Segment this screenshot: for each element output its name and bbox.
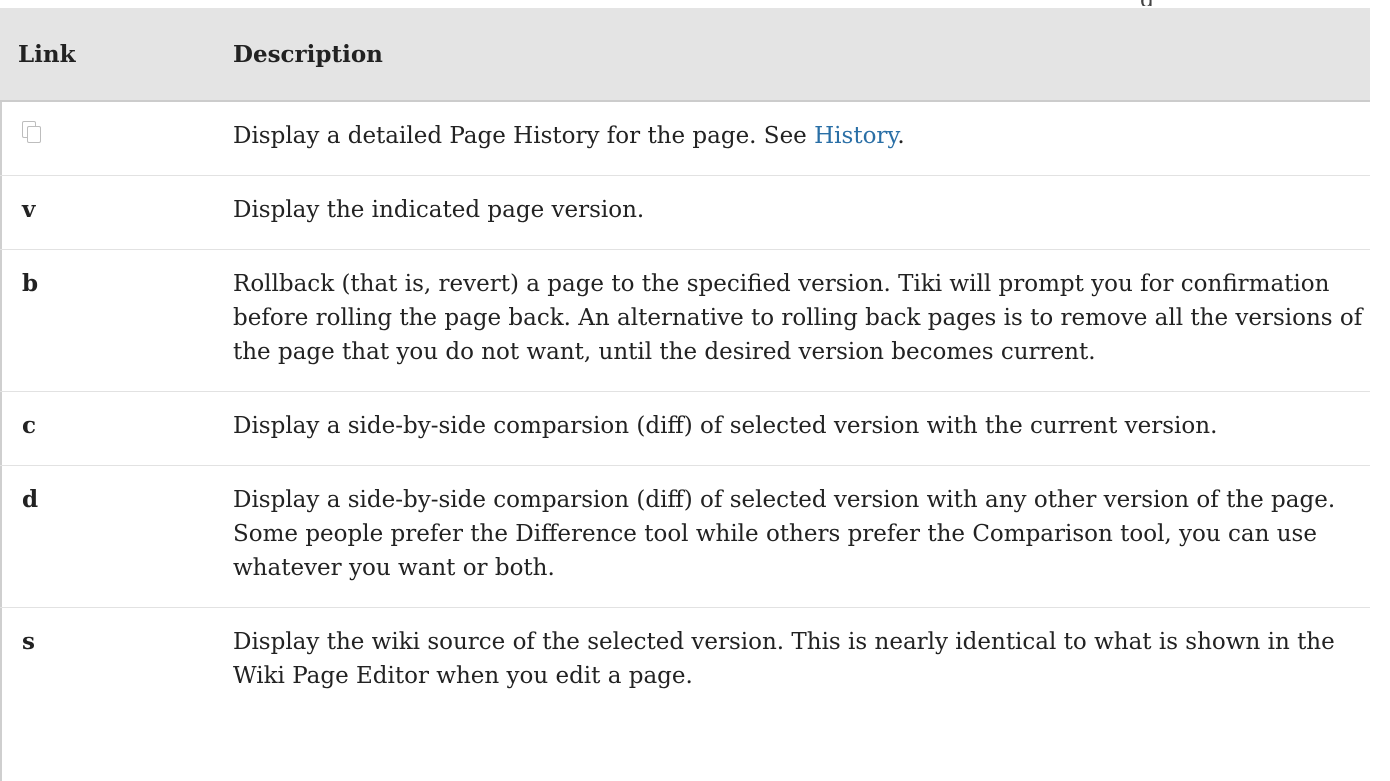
column-header-link: Link — [0, 8, 214, 102]
description-cell: Display a side-by-side comparsion (diff)… — [214, 465, 1370, 608]
table-row: v Display the indicated page version. — [0, 175, 1370, 250]
cut-off-text-fragment: g — [0, 0, 1390, 6]
column-header-description: Description — [214, 8, 1370, 102]
link-cell: s — [22, 628, 35, 655]
description-text: Display a detailed Page History for the … — [233, 123, 815, 149]
page: g Link Description Display a — [0, 0, 1390, 781]
table-row: s Display the wiki source of the selecte… — [0, 608, 1370, 716]
description-cell: Display the wiki source of the selected … — [233, 629, 1335, 689]
link-cell: b — [0, 249, 214, 392]
link-cell: c — [0, 391, 214, 466]
description-cell: Display a detailed Page History for the … — [214, 101, 1370, 176]
table-header-row: Link Description — [0, 8, 1370, 102]
table-row: Display a detailed Page History for the … — [0, 101, 1370, 176]
description-cell: Display a side-by-side comparsion (diff)… — [214, 391, 1370, 466]
description-cell: Rollback (that is, revert) a page to the… — [214, 249, 1370, 392]
description-cell: Display the indicated page version. — [214, 175, 1370, 250]
link-cell — [0, 101, 214, 176]
description-text-end: . — [897, 123, 905, 149]
history-copy-icon[interactable] — [22, 121, 42, 143]
copy-icon-front-sheet — [27, 126, 41, 143]
history-help-table: Link Description Display a detailed Page… — [0, 8, 1370, 715]
table-row: d Display a side-by-side comparsion (dif… — [0, 465, 1370, 608]
history-link[interactable]: History — [814, 123, 897, 149]
cut-off-text: g — [1140, 0, 1154, 6]
link-cell: v — [0, 175, 214, 250]
link-cell: d — [0, 465, 214, 608]
table-row: b Rollback (that is, revert) a page to t… — [0, 249, 1370, 392]
table-row: c Display a side-by-side comparsion (dif… — [0, 391, 1370, 466]
